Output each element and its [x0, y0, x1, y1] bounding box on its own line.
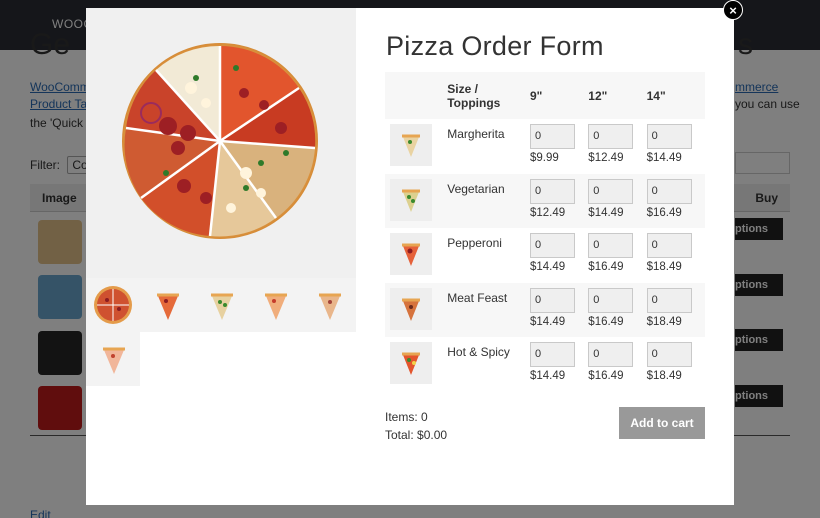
quantity-input[interactable]: 0 [646, 178, 692, 204]
pizza-slice-thumb[interactable] [390, 342, 432, 385]
quantity-input[interactable]: 0 [588, 342, 634, 368]
quantity-input[interactable]: 0 [529, 287, 575, 313]
form-title: Pizza Order Form [386, 31, 604, 61]
price-label: $18.49 [646, 370, 682, 383]
header-size-toppings: Size / Toppings [447, 72, 530, 119]
quantity-input[interactable]: 0 [588, 124, 634, 149]
pizza-image [122, 43, 318, 239]
price-label: $18.49 [646, 261, 682, 274]
quantity-input[interactable]: 0 [529, 178, 575, 204]
product-main-image[interactable] [86, 8, 356, 278]
quantity-input[interactable]: 0 [646, 124, 692, 149]
table-row: Hot & Spicy 0 $14.49 0 $16.49 0 $18.49 [385, 337, 705, 392]
price-label: $14.49 [529, 315, 566, 328]
gallery-thumb-slice[interactable] [194, 278, 248, 332]
pizza-slice-thumb[interactable] [390, 124, 432, 166]
quantity-input[interactable]: 0 [588, 233, 634, 259]
order-total: Total: $0.00 [385, 428, 448, 442]
gallery-thumb-whole-pizza[interactable] [86, 278, 140, 332]
quantity-input[interactable]: 0 [588, 178, 634, 204]
product-name: Meat Feast [447, 290, 508, 305]
gallery-thumb-slice[interactable] [86, 332, 140, 386]
quantity-input[interactable]: 0 [646, 342, 692, 368]
pizza-slice-thumb[interactable] [390, 233, 432, 276]
close-icon[interactable]: × [723, 0, 743, 20]
table-row: Margherita 0 $9.99 0 $12.49 0 $14.49 [385, 119, 705, 174]
quantity-input[interactable]: 0 [529, 233, 575, 259]
price-label: $12.49 [588, 152, 624, 164]
price-label: $14.49 [588, 206, 624, 219]
price-label: $14.49 [529, 261, 566, 274]
gallery-thumb-slice[interactable] [302, 278, 356, 332]
price-label: $14.49 [646, 152, 682, 164]
header-size-12: 12" [588, 72, 647, 119]
quantity-input[interactable]: 0 [529, 124, 575, 149]
product-name: Hot & Spicy [447, 345, 510, 360]
pizza-slice-thumb[interactable] [390, 178, 432, 221]
order-form-table: Size / Toppings 9" 12" 14" Margherita 0 $… [385, 72, 705, 392]
price-label: $16.49 [588, 370, 624, 383]
price-label: $18.49 [646, 315, 682, 328]
items-count: Items: 0 [385, 410, 428, 424]
add-to-cart-button[interactable]: Add to cart [619, 407, 705, 439]
price-label: $16.49 [588, 261, 624, 274]
quantity-input[interactable]: 0 [588, 287, 634, 313]
product-name: Margherita [447, 127, 505, 141]
table-row: Meat Feast 0 $14.49 0 $16.49 0 $18.49 [385, 282, 705, 338]
price-label: $16.49 [588, 315, 624, 328]
quantity-input[interactable]: 0 [646, 287, 692, 313]
table-row: Vegetarian 0 $12.49 0 $14.49 0 $16.49 [385, 173, 705, 229]
header-size-9: 9" [529, 72, 589, 119]
pizza-slice-thumb[interactable] [390, 287, 432, 330]
header-image-cell [385, 72, 448, 119]
quantity-input[interactable]: 0 [529, 342, 575, 368]
order-summary: Items: 0 Total: $0.00 [385, 408, 447, 444]
table-row: Pepperoni 0 $14.49 0 $16.49 0 $18.49 [385, 228, 705, 283]
gallery-thumb-slice[interactable] [248, 278, 302, 332]
price-label: $14.49 [529, 370, 566, 383]
product-name: Vegetarian [447, 181, 505, 196]
gallery-thumb-slice[interactable] [140, 278, 194, 332]
price-label: $16.49 [646, 206, 682, 219]
quantity-input[interactable]: 0 [646, 233, 692, 259]
price-label: $12.49 [529, 206, 566, 219]
product-name: Pepperoni [447, 236, 502, 251]
header-size-14: 14" [646, 72, 705, 119]
price-label: $9.99 [529, 152, 559, 164]
quick-view-modal: Pizza Order Form Size / Toppings 9" 12" … [86, 8, 734, 505]
